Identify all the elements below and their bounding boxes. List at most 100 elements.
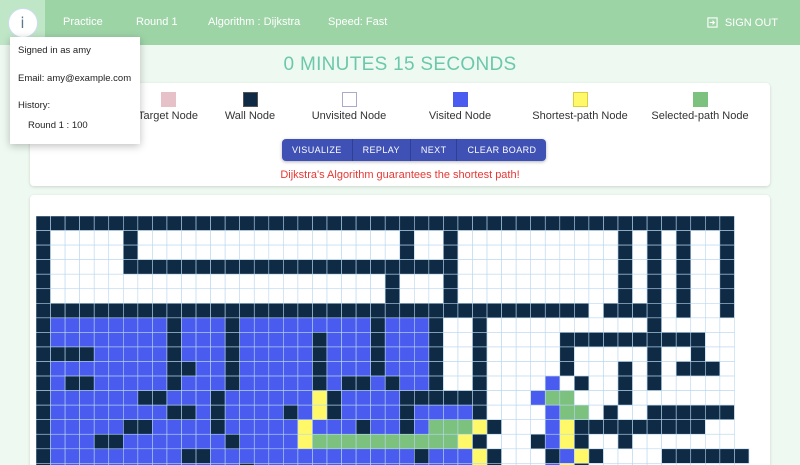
wall-cell[interactable] [36, 346, 51, 362]
visited-cell[interactable] [355, 346, 371, 362]
wall-cell[interactable] [646, 375, 662, 391]
unvisited-cell[interactable] [661, 288, 677, 304]
wall-cell[interactable] [617, 433, 633, 450]
unvisited-cell[interactable] [253, 273, 270, 290]
wall-cell[interactable] [501, 303, 517, 319]
unvisited-cell[interactable] [253, 230, 270, 246]
visited-cell[interactable] [253, 317, 270, 333]
visited-cell[interactable] [50, 332, 66, 348]
wall-cell[interactable] [443, 288, 459, 304]
visited-cell[interactable] [341, 448, 357, 464]
visited-cell[interactable] [93, 332, 110, 348]
wall-cell[interactable] [166, 332, 182, 348]
wall-cell[interactable] [399, 303, 415, 319]
wall-cell[interactable] [559, 332, 575, 348]
wall-cell[interactable] [64, 346, 80, 362]
unvisited-cell[interactable] [501, 404, 517, 420]
wall-cell[interactable] [297, 303, 313, 319]
visited-cell[interactable] [152, 361, 168, 377]
wall-cell[interactable] [326, 390, 342, 406]
visited-cell[interactable] [341, 361, 357, 377]
wall-cell[interactable] [326, 216, 342, 231]
unvisited-cell[interactable] [283, 230, 299, 246]
unvisited-cell[interactable] [515, 448, 531, 464]
unvisited-cell[interactable] [719, 419, 735, 435]
visited-cell[interactable] [224, 404, 240, 420]
unvisited-cell[interactable] [486, 288, 502, 304]
visited-cell[interactable] [253, 390, 270, 406]
visited-cell[interactable] [137, 361, 153, 377]
visited-cell[interactable] [341, 404, 357, 420]
unvisited-cell[interactable] [530, 317, 546, 333]
unvisited-cell[interactable] [574, 244, 590, 260]
visited-cell[interactable] [384, 317, 401, 333]
unvisited-cell[interactable] [50, 273, 66, 290]
unvisited-cell[interactable] [719, 346, 735, 362]
wall-cell[interactable] [632, 419, 648, 435]
wall-cell[interactable] [268, 259, 284, 275]
wall-cell[interactable] [472, 332, 488, 348]
wall-cell[interactable] [36, 216, 51, 231]
wall-cell[interactable] [472, 361, 488, 377]
unvisited-cell[interactable] [603, 361, 619, 377]
unvisited-cell[interactable] [690, 273, 706, 290]
unvisited-cell[interactable] [239, 273, 255, 290]
unvisited-cell[interactable] [530, 332, 546, 348]
visited-cell[interactable] [152, 433, 168, 450]
pathfinding-grid[interactable] [36, 216, 764, 465]
visited-cell[interactable] [239, 390, 255, 406]
selected-path-cell[interactable] [399, 433, 415, 450]
unvisited-cell[interactable] [704, 375, 721, 391]
wall-cell[interactable] [79, 375, 95, 391]
wall-cell[interactable] [588, 448, 604, 464]
wall-cell[interactable] [297, 216, 313, 231]
wall-cell[interactable] [312, 375, 328, 391]
wall-cell[interactable] [472, 433, 488, 450]
unvisited-cell[interactable] [181, 230, 197, 246]
unvisited-cell[interactable] [152, 244, 168, 260]
wall-cell[interactable] [428, 259, 444, 275]
visited-cell[interactable] [413, 332, 430, 348]
wall-cell[interactable] [370, 216, 386, 231]
unvisited-cell[interactable] [268, 288, 284, 304]
wall-cell[interactable] [210, 390, 226, 406]
unvisited-cell[interactable] [224, 273, 240, 290]
unvisited-cell[interactable] [530, 230, 546, 246]
visited-cell[interactable] [210, 448, 226, 464]
visited-cell[interactable] [64, 317, 80, 333]
visited-cell[interactable] [64, 332, 80, 348]
wall-cell[interactable] [515, 303, 531, 319]
wall-cell[interactable] [370, 317, 386, 333]
visited-cell[interactable] [399, 332, 415, 348]
unvisited-cell[interactable] [239, 288, 255, 304]
unvisited-cell[interactable] [690, 390, 706, 406]
unvisited-cell[interactable] [675, 375, 692, 391]
wall-cell[interactable] [661, 404, 677, 420]
visited-cell[interactable] [253, 332, 270, 348]
unvisited-cell[interactable] [472, 230, 488, 246]
unvisited-cell[interactable] [661, 244, 677, 260]
unvisited-cell[interactable] [472, 288, 488, 304]
wall-cell[interactable] [472, 404, 488, 420]
unvisited-cell[interactable] [515, 317, 531, 333]
visited-cell[interactable] [341, 419, 357, 435]
visited-cell[interactable] [224, 448, 240, 464]
visited-cell[interactable] [50, 361, 66, 377]
selected-path-cell[interactable] [370, 433, 386, 450]
unvisited-cell[interactable] [152, 273, 168, 290]
wall-cell[interactable] [36, 332, 51, 348]
wall-cell[interactable] [530, 303, 546, 319]
visited-cell[interactable] [297, 375, 313, 391]
visited-cell[interactable] [239, 419, 255, 435]
unvisited-cell[interactable] [501, 317, 517, 333]
wall-cell[interactable] [646, 288, 662, 304]
wall-cell[interactable] [123, 303, 139, 319]
wall-cell[interactable] [544, 303, 561, 319]
unvisited-cell[interactable] [530, 244, 546, 260]
visited-cell[interactable] [123, 317, 139, 333]
visited-cell[interactable] [268, 375, 284, 391]
unvisited-cell[interactable] [690, 317, 706, 333]
wall-cell[interactable] [210, 216, 226, 231]
unvisited-cell[interactable] [632, 375, 648, 391]
visited-cell[interactable] [559, 448, 575, 464]
